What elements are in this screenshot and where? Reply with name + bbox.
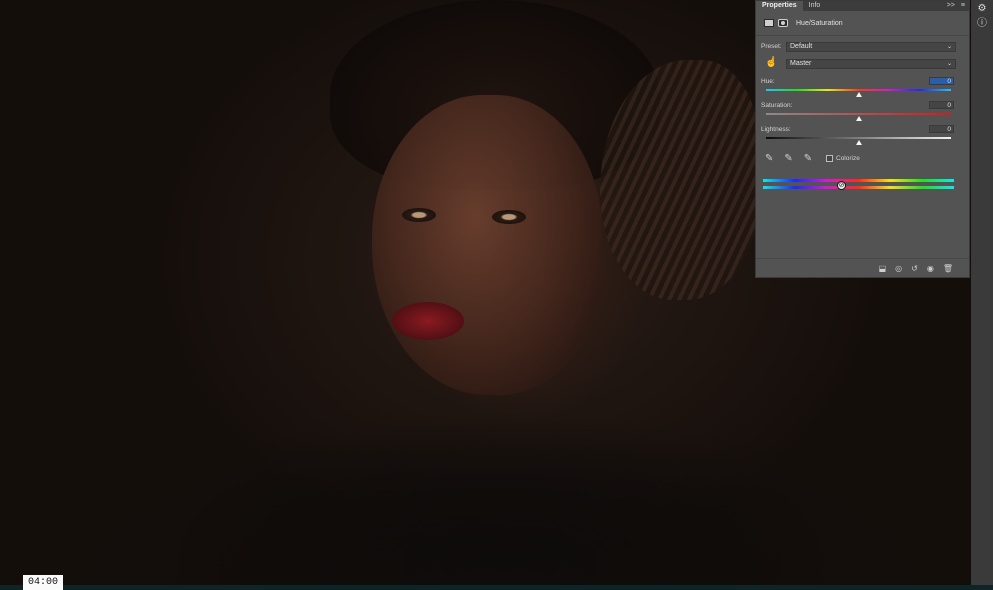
properties-icon[interactable]: ⚙: [976, 3, 988, 15]
hue-slider-thumb[interactable]: [855, 92, 862, 97]
colorize-option[interactable]: Colorize: [826, 155, 860, 162]
right-toolbar: ⚙ ⓘ: [971, 0, 993, 590]
colorize-checkbox[interactable]: [826, 155, 833, 162]
adjustment-header: Hue/Saturation: [756, 11, 969, 36]
eyedropper-icon[interactable]: ✎: [765, 153, 773, 164]
channel-value: Master: [790, 60, 812, 67]
no-symbol-cursor-icon: ⊘: [837, 181, 846, 190]
colorize-label: Colorize: [836, 155, 860, 162]
video-timestamp: 04:00: [23, 575, 64, 590]
eyedropper-minus-icon[interactable]: ✎: [804, 153, 812, 164]
photo-face: [372, 95, 602, 395]
panel-tabs: Properties Info >> ≡: [756, 1, 969, 11]
saturation-slider-thumb[interactable]: [855, 116, 862, 121]
visibility-eye-icon[interactable]: ◉: [927, 264, 934, 273]
chevron-down-icon: ⌄: [946, 44, 952, 50]
channel-select[interactable]: Master ⌄: [786, 59, 956, 69]
targeted-adjustment-hand-icon[interactable]: ☝: [765, 57, 777, 68]
lightness-label: Lightness:: [761, 126, 791, 133]
collapse-panel-icon[interactable]: >>: [947, 1, 955, 11]
clip-to-layer-icon[interactable]: ⬓: [879, 264, 887, 273]
panel-footer: ⬓ ◎ ↺ ◉ 🗑: [756, 258, 969, 277]
properties-panel: Properties Info >> ≡ Hue/Saturation Pres…: [755, 0, 970, 278]
output-color-bar: [763, 186, 954, 189]
input-color-bar: [763, 179, 954, 182]
photo-eye-right: [492, 210, 526, 224]
reset-icon[interactable]: ↺: [911, 264, 918, 273]
delete-icon[interactable]: 🗑: [943, 264, 953, 273]
hue-slider-track[interactable]: [766, 89, 951, 91]
layer-mask-icon[interactable]: [778, 19, 788, 27]
saturation-value-field[interactable]: 0: [929, 101, 954, 109]
saturation-label: Saturation:: [761, 102, 793, 109]
lightness-slider-thumb[interactable]: [855, 140, 862, 145]
lightness-value-field[interactable]: 0: [929, 125, 954, 133]
lightness-slider-track[interactable]: [766, 137, 951, 139]
adjustment-title: Hue/Saturation: [796, 19, 843, 27]
tab-properties[interactable]: Properties: [756, 1, 803, 11]
saturation-slider-track[interactable]: [766, 113, 951, 115]
info-icon[interactable]: ⓘ: [976, 18, 988, 30]
eyedropper-plus-icon[interactable]: ✎: [784, 153, 792, 164]
photo-feather-collar: [0, 380, 993, 590]
hue-value-field[interactable]: 0: [929, 77, 954, 85]
video-progress-bar[interactable]: [0, 585, 993, 590]
preset-value: Default: [790, 43, 813, 50]
preset-select[interactable]: Default ⌄: [786, 42, 956, 52]
adjustment-layer-icon: [764, 19, 774, 27]
panel-menu-icon[interactable]: ≡: [961, 1, 965, 11]
chevron-down-icon: ⌄: [946, 61, 952, 67]
eyedropper-tools: ✎ ✎ ✎: [765, 153, 812, 164]
preset-label: Preset:: [761, 43, 782, 50]
tab-info[interactable]: Info: [803, 1, 827, 11]
photo-eye-left: [402, 208, 436, 222]
view-previous-icon[interactable]: ◎: [895, 264, 902, 273]
photo-lips: [392, 302, 464, 340]
hue-label: Hue:: [761, 78, 775, 85]
